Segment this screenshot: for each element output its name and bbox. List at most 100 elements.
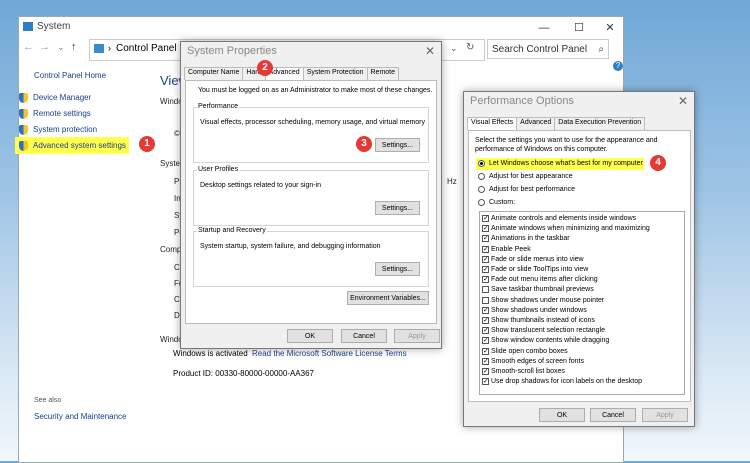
checked-checkbox-icon[interactable]: ✓ — [482, 306, 489, 314]
user-profiles-settings-button[interactable]: Settings... — [375, 201, 420, 215]
effect-label: Smooth edges of screen fonts — [491, 357, 584, 365]
radio-button[interactable] — [478, 186, 485, 193]
checked-checkbox-icon[interactable]: ✓ — [482, 225, 489, 233]
help-icon[interactable]: ? — [613, 61, 623, 71]
visual-effects-page: Select the settings you want to use for … — [468, 130, 691, 402]
breadcrumb[interactable]: Control Panel — [116, 43, 177, 54]
search-placeholder: Search Control Panel — [492, 44, 588, 55]
effect-checkbox-item[interactable]: ✓ Show thumbnails instead of icons — [480, 317, 680, 325]
activation-status: Windows is activated — [173, 349, 248, 358]
effect-checkbox-item[interactable]: ✓ Show window contents while dragging — [480, 337, 680, 345]
effect-checkbox-item[interactable]: ✓ Animations in the taskbar — [480, 235, 680, 243]
checked-checkbox-icon[interactable]: ✓ — [482, 327, 489, 335]
performance-description: Visual effects, processor scheduling, me… — [200, 119, 426, 126]
forward-icon[interactable]: → — [39, 41, 50, 53]
checked-checkbox-icon[interactable]: ✓ — [482, 245, 489, 253]
ok-button[interactable]: OK — [287, 329, 333, 343]
checked-checkbox-icon[interactable]: ✓ — [482, 357, 489, 365]
close-icon[interactable]: ✕ — [425, 44, 435, 58]
radio-button[interactable] — [478, 173, 485, 180]
effect-checkbox-item[interactable]: ✓ Slide open combo boxes — [480, 347, 680, 356]
radio-button[interactable] — [478, 160, 485, 167]
checked-checkbox-icon[interactable]: ✓ — [482, 235, 489, 243]
cancel-button[interactable]: Cancel — [590, 408, 636, 422]
option-custom[interactable]: Custom: — [478, 199, 648, 207]
performance-group: Performance Visual effects, processor sc… — [193, 103, 429, 163]
checked-checkbox-icon[interactable]: ✓ — [482, 215, 489, 222]
dialog-title: System Properties — [187, 45, 277, 57]
minimize-button[interactable]: — — [529, 20, 559, 36]
effect-checkbox-item[interactable]: Save taskbar thumbnail previews — [480, 286, 680, 294]
effect-checkbox-item[interactable]: ✓ Fade out menu items after clicking — [480, 276, 680, 284]
effect-label: Animate controls and elements inside win… — [491, 215, 637, 222]
option-let-windows-choose[interactable]: Let Windows choose what's best for my co… — [478, 160, 648, 168]
shield-icon — [19, 141, 28, 151]
checked-checkbox-icon[interactable]: ✓ — [482, 347, 489, 355]
checked-checkbox-icon[interactable]: ✓ — [482, 317, 489, 324]
system-properties-dialog: System Properties ✕ Computer Name Hard A… — [180, 41, 442, 349]
effect-checkbox-item[interactable]: Show shadows under mouse pointer — [480, 296, 680, 305]
cancel-button[interactable]: Cancel — [341, 329, 387, 343]
up-icon[interactable]: ↑ — [71, 41, 77, 53]
tab-visual-effects[interactable]: Visual Effects — [467, 117, 518, 130]
apply-button[interactable]: Apply — [642, 408, 688, 422]
checked-checkbox-icon[interactable]: ✓ — [482, 368, 489, 375]
recent-icon[interactable]: ⌄ — [57, 42, 65, 53]
close-icon[interactable]: ✕ — [678, 94, 688, 108]
effect-label: Slide open combo boxes — [491, 347, 568, 355]
radio-button[interactable] — [478, 199, 485, 206]
effect-checkbox-item[interactable]: ✓ Animate windows when minimizing and max… — [480, 225, 680, 233]
maximize-button[interactable]: ☐ — [564, 20, 594, 36]
effect-checkbox-item[interactable]: ✓ Animate controls and elements inside wi… — [480, 215, 680, 223]
close-button[interactable]: ✕ — [595, 20, 625, 36]
tab-remote[interactable]: Remote — [366, 67, 400, 80]
environment-variables-button[interactable]: Environment Variables... — [347, 291, 429, 305]
startup-recovery-description: System startup, system failure, and debu… — [200, 243, 381, 250]
visual-effects-list[interactable]: ✓ Animate controls and elements inside wi… — [479, 211, 685, 395]
effect-checkbox-item[interactable]: ✓ Smooth edges of screen fonts — [480, 357, 680, 366]
startup-recovery-settings-button[interactable]: Settings... — [375, 262, 420, 276]
sidebar-item-system-protection[interactable]: System protection — [19, 125, 149, 135]
sidebar-item-device-manager[interactable]: Device Manager — [19, 93, 149, 103]
address-dropdown-icon[interactable]: ⌄ — [450, 43, 458, 54]
checked-checkbox-icon[interactable]: ✓ — [482, 276, 489, 284]
effect-label: Animate windows when minimizing and maxi… — [491, 225, 650, 233]
refresh-icon[interactable]: ↻ — [466, 42, 474, 53]
ok-button[interactable]: OK — [539, 408, 585, 422]
sidebar-item-label: Device Manager — [33, 93, 92, 102]
back-icon[interactable]: ← — [23, 41, 34, 53]
see-also-label: See also — [34, 397, 62, 404]
checked-checkbox-icon[interactable]: ✓ — [482, 337, 489, 345]
unchecked-checkbox-icon[interactable] — [482, 286, 489, 294]
license-terms-link[interactable]: Read the Microsoft Software License Term… — [252, 349, 407, 358]
user-profiles-group: User Profiles Desktop settings related t… — [193, 166, 429, 226]
control-panel-home-link[interactable]: Control Panel Home — [34, 71, 106, 80]
search-input[interactable]: Search Control Panel ⌕ — [487, 39, 609, 59]
option-label: Adjust for best appearance — [489, 173, 573, 180]
apply-button[interactable]: Apply — [394, 329, 440, 343]
checked-checkbox-icon[interactable]: ✓ — [482, 266, 489, 273]
effect-checkbox-item[interactable]: ✓ Smooth-scroll list boxes — [480, 368, 680, 376]
effect-checkbox-item[interactable]: ✓ Show shadows under windows — [480, 306, 680, 315]
tab-data-execution-prevention[interactable]: Data Execution Prevention — [554, 117, 646, 130]
sidebar-item-label: System protection — [33, 125, 98, 134]
tab-advanced[interactable]: Advanced — [516, 117, 556, 130]
sidebar-item-remote-settings[interactable]: Remote settings — [19, 109, 149, 119]
tab-system-protection[interactable]: System Protection — [302, 67, 368, 80]
effect-checkbox-item[interactable]: ✓ Enable Peek — [480, 245, 680, 254]
tab-computer-name[interactable]: Computer Name — [184, 67, 244, 80]
effect-checkbox-item[interactable]: ✓ Use drop shadows for icon labels on the… — [480, 378, 680, 386]
user-profiles-description: Desktop settings related to your sign-in — [200, 182, 322, 189]
checked-checkbox-icon[interactable]: ✓ — [482, 255, 489, 263]
effect-checkbox-item[interactable]: ✓ Fade or slide menus into view — [480, 255, 680, 264]
option-best-performance[interactable]: Adjust for best performance — [478, 186, 648, 194]
effect-checkbox-item[interactable]: ✓ Show translucent selection rectangle — [480, 327, 680, 335]
security-maintenance-link[interactable]: Security and Maintenance — [34, 412, 127, 421]
sidebar-item-advanced-system-settings[interactable]: Advanced system settings — [19, 141, 133, 151]
unchecked-checkbox-icon[interactable] — [482, 296, 489, 304]
search-icon: ⌕ — [598, 44, 604, 55]
performance-settings-button[interactable]: Settings... — [375, 138, 420, 152]
checked-checkbox-icon[interactable]: ✓ — [482, 378, 489, 386]
option-best-appearance[interactable]: Adjust for best appearance — [478, 173, 648, 181]
effect-checkbox-item[interactable]: ✓ Fade or slide ToolTips into view — [480, 266, 680, 274]
